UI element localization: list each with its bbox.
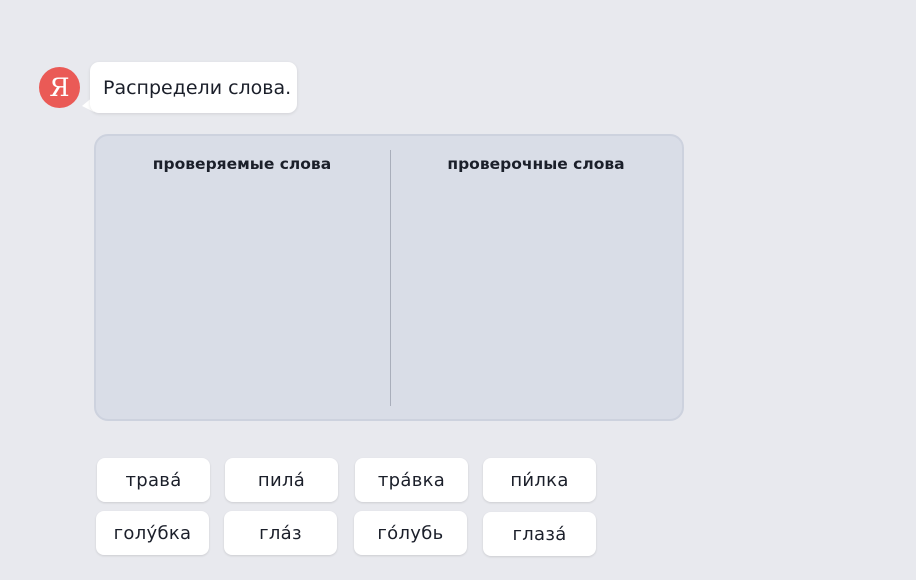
- word-card-label: тра́вка: [377, 469, 446, 491]
- word-card-label: трава́: [125, 469, 182, 491]
- word-card-label: голу́бка: [113, 522, 192, 544]
- column-title-checked-words: проверяемые слова: [152, 155, 332, 173]
- word-card-pila[interactable]: пила́: [225, 458, 338, 502]
- column-divider: [390, 150, 391, 406]
- word-card-glaza[interactable]: глаза́: [483, 512, 596, 556]
- avatar-letter: Я: [49, 73, 70, 102]
- word-card-label: пи́лка: [510, 469, 569, 491]
- word-card-label: пила́: [257, 469, 306, 491]
- yandex-logo-avatar: Я: [39, 67, 80, 108]
- word-card-travka[interactable]: тра́вка: [355, 458, 468, 502]
- task-prompt-bubble: Распредели слова.: [90, 62, 297, 113]
- word-card-trava[interactable]: трава́: [97, 458, 210, 502]
- word-card-golubka[interactable]: голу́бка: [96, 511, 209, 555]
- word-card-pilka[interactable]: пи́лка: [483, 458, 596, 502]
- word-card-label: го́лубь: [377, 522, 444, 544]
- word-card-golub[interactable]: го́лубь: [354, 511, 467, 555]
- sorting-board: проверяемые слова проверочные слова: [94, 134, 684, 421]
- task-prompt-text: Распредели слова.: [103, 76, 292, 99]
- word-card-label: глаза́: [512, 523, 567, 545]
- word-card-label: гла́з: [259, 522, 302, 544]
- dropzone-check-words[interactable]: [400, 186, 674, 406]
- word-card-glaz[interactable]: гла́з: [224, 511, 337, 555]
- dropzone-checked-words[interactable]: [106, 186, 382, 406]
- column-title-check-words: проверочные слова: [447, 155, 625, 173]
